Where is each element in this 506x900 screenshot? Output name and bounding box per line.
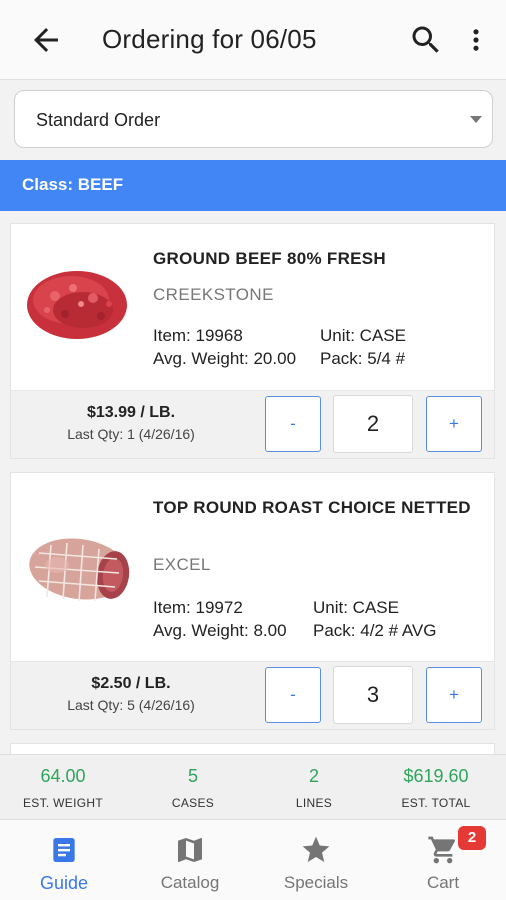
product-info: TOP ROUND ROAST CHOICE NETTED EXCEL Item… xyxy=(11,473,494,661)
summary-est-weight: 64.00 EST. WEIGHT xyxy=(0,755,126,821)
product-brand: CREEKSTONE xyxy=(153,285,274,304)
class-header-label: Class: BEEF xyxy=(22,175,124,194)
class-header: Class: BEEF xyxy=(0,160,506,211)
back-arrow-icon[interactable] xyxy=(28,22,64,58)
product-name: TOP ROUND ROAST CHOICE NETTED xyxy=(153,498,471,517)
cart-count-badge: 2 xyxy=(458,826,486,850)
summary-label: CASES xyxy=(171,796,215,810)
summary-est-total: $619.60 EST. TOTAL xyxy=(373,755,499,821)
map-icon xyxy=(178,838,202,862)
tab-label: Cart xyxy=(426,873,460,892)
summary-value: 64.00 xyxy=(40,766,86,786)
tab-cart[interactable]: Cart xyxy=(380,820,506,900)
product-item-number: Item: 19972 xyxy=(153,598,243,617)
summary-label: EST. WEIGHT xyxy=(23,796,103,810)
product-card xyxy=(10,743,495,754)
product-info: GROUND BEEF 80% FRESH CREEKSTONE Item: 1… xyxy=(11,224,494,390)
bottom-nav: Guide Catalog Specials Cart xyxy=(0,820,506,900)
dropdown-caret-icon xyxy=(470,116,482,123)
product-order-row: $13.99 / LB. Last Qty: 1 (4/26/16) - 2 + xyxy=(11,390,494,458)
product-last-qty: Last Qty: 1 (4/26/16) xyxy=(67,426,195,442)
product-card: TOP ROUND ROAST CHOICE NETTED EXCEL Item… xyxy=(10,472,495,730)
page-title: Ordering for 06/05 xyxy=(102,24,317,54)
decrease-qty-button[interactable]: - xyxy=(265,667,321,723)
order-type-select[interactable]: Standard Order xyxy=(14,90,493,148)
tab-guide[interactable]: Guide xyxy=(1,820,127,900)
product-list[interactable]: GROUND BEEF 80% FRESH CREEKSTONE Item: 1… xyxy=(0,211,506,754)
product-brand: EXCEL xyxy=(153,555,211,574)
product-order-row: $2.50 / LB. Last Qty: 5 (4/26/16) - 3 + xyxy=(11,661,494,729)
summary-value: 5 xyxy=(187,766,198,786)
product-name: GROUND BEEF 80% FRESH xyxy=(153,249,387,268)
summary-label: LINES xyxy=(295,796,333,810)
product-unit: Unit: CASE xyxy=(320,326,406,345)
tab-label: Specials xyxy=(283,873,349,892)
tab-catalog[interactable]: Catalog xyxy=(127,820,253,900)
decrease-qty-button[interactable]: - xyxy=(265,396,321,452)
product-pack: Pack: 5/4 # xyxy=(320,349,406,368)
order-summary: 64.00 EST. WEIGHT 5 CASES 2 LINES $619.6… xyxy=(0,754,506,820)
summary-lines: 2 LINES xyxy=(251,755,377,821)
more-vert-icon[interactable] xyxy=(462,22,490,58)
summary-label: EST. TOTAL xyxy=(401,796,471,810)
product-price: $13.99 / LB. xyxy=(86,404,176,421)
order-type-value: Standard Order xyxy=(36,110,161,130)
app-bar: Ordering for 06/05 xyxy=(0,0,506,80)
search-icon[interactable] xyxy=(408,22,444,58)
summary-value: $619.60 xyxy=(403,766,469,786)
guide-icon xyxy=(53,838,75,862)
cart-icon xyxy=(428,836,456,864)
tab-label: Catalog xyxy=(160,873,220,892)
product-unit: Unit: CASE xyxy=(313,598,399,617)
product-price: $2.50 / LB. xyxy=(91,675,171,692)
product-item-number: Item: 19968 xyxy=(153,326,243,345)
star-icon xyxy=(302,836,330,862)
product-avg-weight: Avg. Weight: 8.00 xyxy=(153,621,287,640)
tab-label: Guide xyxy=(39,873,89,893)
product-image xyxy=(27,271,127,339)
tab-specials[interactable]: Specials xyxy=(253,820,379,900)
qty-input[interactable]: 2 xyxy=(333,395,413,453)
product-last-qty: Last Qty: 5 (4/26/16) xyxy=(67,697,195,713)
qty-input[interactable]: 3 xyxy=(333,666,413,724)
product-image xyxy=(29,538,130,602)
summary-value: 2 xyxy=(308,766,319,786)
summary-cases: 5 CASES xyxy=(130,755,256,821)
product-pack: Pack: 4/2 # AVG xyxy=(313,621,437,640)
product-avg-weight: Avg. Weight: 20.00 xyxy=(153,349,297,368)
product-card: GROUND BEEF 80% FRESH CREEKSTONE Item: 1… xyxy=(10,223,495,459)
increase-qty-button[interactable]: + xyxy=(426,667,482,723)
increase-qty-button[interactable]: + xyxy=(426,396,482,452)
